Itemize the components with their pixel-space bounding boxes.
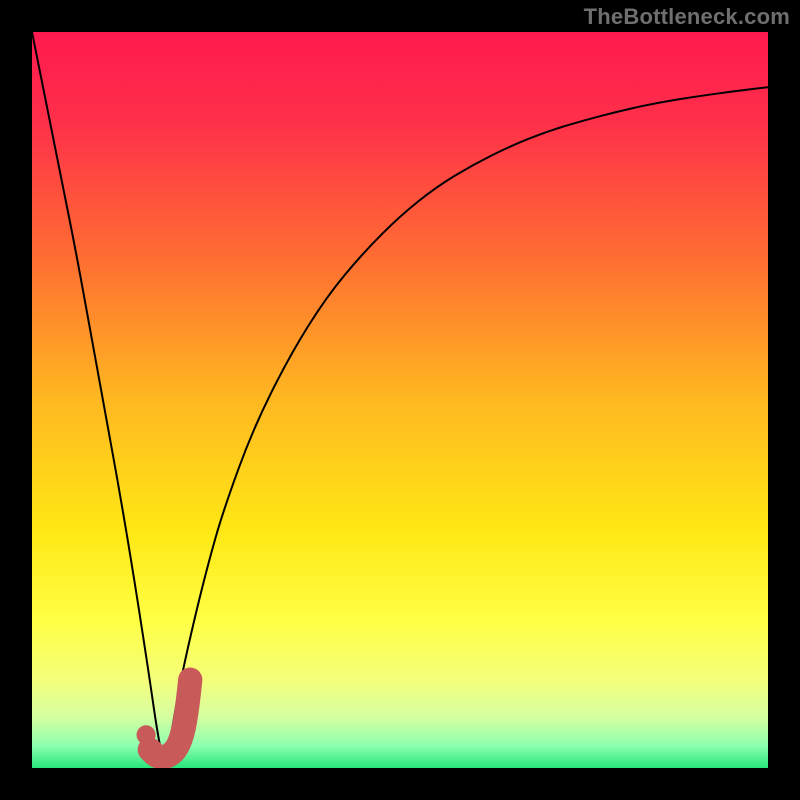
chart-svg (32, 32, 768, 768)
chart-plot-area (32, 32, 768, 768)
watermark-text: TheBottleneck.com (584, 4, 790, 30)
chart-background-gradient (32, 32, 768, 768)
